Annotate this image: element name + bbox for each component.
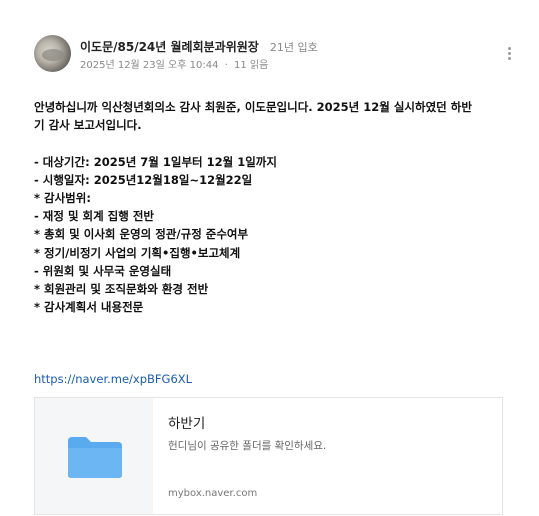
folder-icon [68, 437, 122, 478]
author-name[interactable]: 이도문/85/24년 월례회분과위원장 [80, 40, 259, 54]
body-line: * 회원관리 및 조직문화와 환경 전반 [34, 282, 209, 297]
post-date: 2025년 12월 23일 오후 10:44 [80, 60, 219, 71]
link-preview-domain: mybox.naver.com [168, 488, 258, 499]
post-header: 이도문/85/24년 월례회분과위원장 21년 입호 2025년 12월 23일… [34, 33, 514, 73]
body-line: 안녕하십니까 익산청년회의소 감사 최원준, 이도문입니다. 2025년 12월… [34, 100, 472, 114]
meta-separator: · [224, 60, 228, 71]
body-line: - 재정 및 회계 집행 전반 [34, 209, 155, 224]
shared-link[interactable]: https://naver.me/xpBFG6XL [34, 372, 192, 386]
body-line: - 시행일자: 2025년12월18일~12월22일 [34, 172, 253, 187]
body-line: - 대상기간: 2025년 7월 1일부터 12월 1일까지 [34, 154, 277, 169]
link-preview-description: 헌디님이 공유한 폴더를 확인하세요. [168, 440, 327, 452]
post-meta: 2025년 12월 23일 오후 10:44 · 11 읽음 [80, 56, 268, 71]
post-body: 안녕하십니까 익산청년회의소 감사 최원준, 이도문입니다. 2025년 12월… [34, 98, 509, 316]
view-count: 11 읽음 [234, 60, 269, 71]
body-line: * 감사범위: [34, 191, 91, 205]
body-line [34, 134, 509, 152]
link-preview-thumbnail [35, 398, 153, 514]
avatar[interactable] [34, 35, 71, 72]
author-rank: 21년 입호 [269, 41, 318, 54]
body-line: 기 감사 보고서입니다. [34, 118, 142, 133]
link-preview-info: 하반기 헌디님이 공유한 폴더를 확인하세요. mybox.naver.com [168, 398, 492, 514]
body-line: * 총회 및 이사회 운영의 정관/규정 준수여부 [34, 227, 249, 242]
body-line: * 정기/비정기 사업의 기획•집행•보고체계 [34, 245, 241, 260]
author-line: 이도문/85/24년 월례회분과위원장 21년 입호 [80, 36, 318, 55]
more-options-icon[interactable] [501, 45, 517, 63]
body-line: * 감사계획서 내용전문 [34, 300, 144, 315]
body-line: - 위원회 및 사무국 운영실태 [34, 263, 172, 278]
link-preview-title: 하반기 [168, 416, 206, 432]
link-preview-card[interactable]: 하반기 헌디님이 공유한 폴더를 확인하세요. mybox.naver.com [34, 397, 503, 515]
